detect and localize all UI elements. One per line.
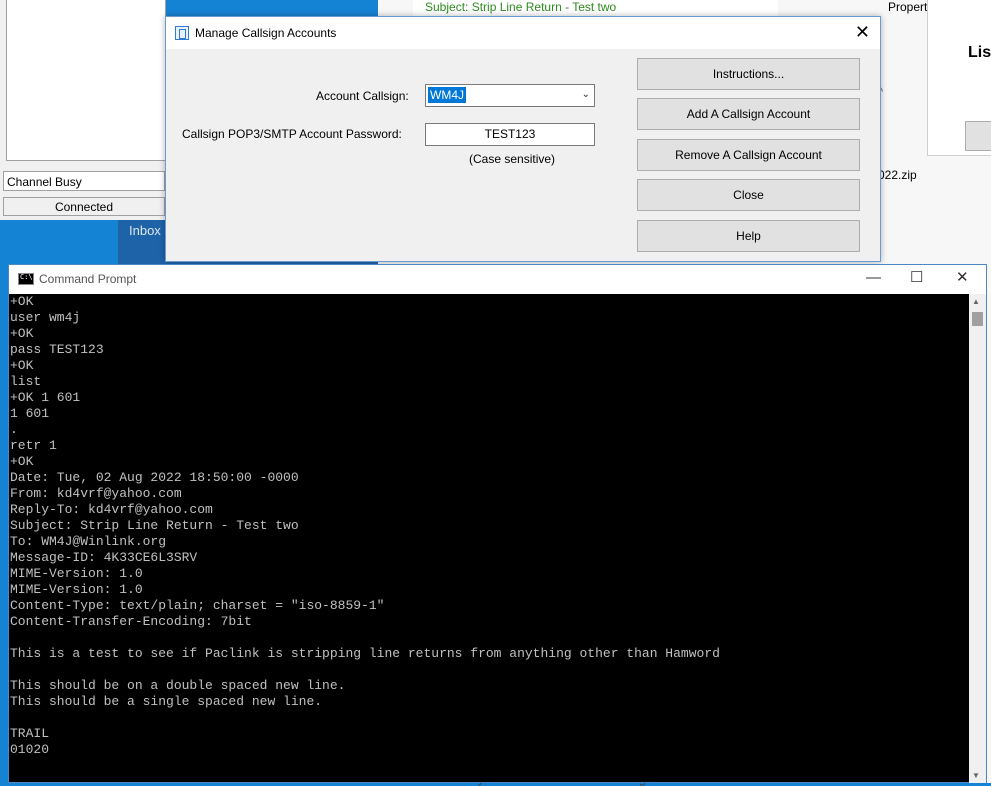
password-field[interactable]: TEST123 [425,123,595,146]
add-callsign-button[interactable]: Add A Callsign Account [637,98,860,130]
terminal-line: pass TEST123 [10,342,104,357]
command-prompt-window: Command Prompt — ☐ ✕ +OKuser wm4j+OKpass… [8,264,987,783]
channel-status-field: Channel Busy [3,171,165,191]
cmd-titlebar[interactable]: Command Prompt — ☐ ✕ [9,265,986,294]
app-icon [175,26,189,40]
channel-list-pane[interactable] [6,0,166,161]
terminal-line: Content-Transfer-Encoding: 7bit [10,614,252,629]
terminal-line: retr 1 [10,438,57,453]
dialog-titlebar[interactable]: Manage Callsign Accounts ✕ [166,17,880,49]
terminal-line: +OK 1 601 [10,390,81,405]
scroll-down-icon[interactable]: ▼ [972,771,980,780]
terminal-line: +OK [10,294,34,309]
side-dialog-label: Lis [968,44,991,61]
terminal-line: 01020 [10,742,50,757]
close-icon[interactable]: ✕ [855,22,870,42]
terminal-line: MIME-Version: 1.0 [10,582,143,597]
terminal-line: Date: Tue, 02 Aug 2022 18:50:00 -0000 [10,470,299,485]
terminal-line: +OK [10,326,34,341]
terminal-line: +OK [10,454,34,469]
scrollbar-thumb[interactable] [972,312,983,326]
terminal-line: TRAIL [10,726,50,741]
terminal-icon [18,273,34,285]
terminal-line: Message-ID: 4K33CE6L3SRV [10,550,198,565]
terminal-line: This is a test to see if Paclink is stri… [10,646,720,661]
terminal-line: This should be on a double spaced new li… [10,678,346,693]
maximize-icon[interactable]: ☐ [910,268,923,288]
terminal-line: 1 601 [10,406,50,421]
terminal-line: From: kd4vrf@yahoo.com [10,486,182,501]
cmd-title: Command Prompt [39,272,137,286]
terminal-output[interactable]: +OK user wm4j +OK pass TEST123 +OK list +OK 1 … [9,294,970,758]
vertical-scrollbar[interactable]: ▲ ▼ [969,294,986,783]
help-button[interactable]: Help [637,220,860,252]
terminal-line: +OK [10,358,34,373]
terminal-line: MIME-Version: 1.0 [10,566,143,581]
remove-callsign-button[interactable]: Remove A Callsign Account [637,139,860,171]
minimize-icon[interactable]: — [866,268,881,288]
dialog-title: Manage Callsign Accounts [195,26,337,40]
terminal-line: This should be a single spaced new line. [10,694,323,709]
connection-status: Connected [3,197,165,216]
terminal-line: To: WM4J@Winlink.org [10,534,167,549]
password-label: Callsign POP3/SMTP Account Password: [182,127,402,141]
callsign-select[interactable]: WM4J ⌄ [425,84,595,107]
close-button[interactable]: Close [637,179,860,211]
chevron-down-icon[interactable]: ⌄ [582,89,590,100]
inbox-label: Inbox [129,223,161,238]
terminal-line: . [10,422,18,437]
side-dialog-button[interactable] [965,121,991,151]
attachment-name[interactable]: 022.zip [878,168,917,182]
terminal-line: list [10,374,42,389]
close-icon[interactable]: ✕ [956,268,969,288]
terminal-line: Reply-To: kd4vrf@yahoo.com [10,502,213,517]
scroll-up-icon[interactable]: ▲ [972,297,980,306]
terminal-line: Content-Type: text/plain; charset = "iso… [10,598,385,613]
callsign-value: WM4J [428,87,466,103]
case-sensitive-note: (Case sensitive) [469,152,556,166]
instructions-button[interactable]: Instructions... [637,58,860,90]
mail-subject: Subject: Strip Line Return - Test two [425,0,617,14]
background-app-window: Channel Busy Connected [0,0,166,220]
terminal-line: Subject: Strip Line Return - Test two [10,518,299,533]
properties-button[interactable]: Propert [888,0,927,14]
manage-callsign-dialog: Manage Callsign Accounts ✕ Account Calls… [165,16,881,262]
callsign-label: Account Callsign: [316,89,409,103]
terminal-line: user wm4j [10,310,81,325]
